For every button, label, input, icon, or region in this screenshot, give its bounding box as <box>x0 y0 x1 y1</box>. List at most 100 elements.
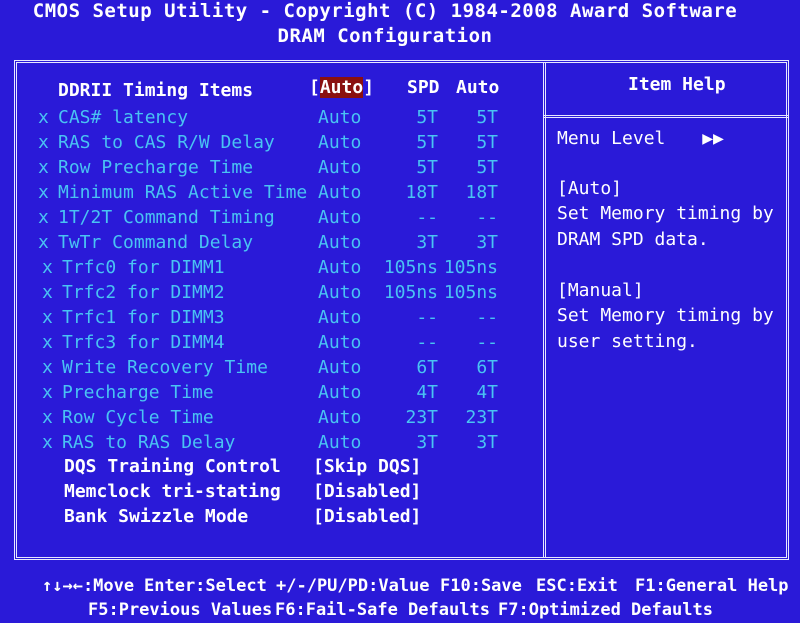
disabled-marker: x <box>42 432 53 453</box>
spd-column-header: SPD <box>407 77 440 98</box>
disabled-marker: x <box>38 182 49 203</box>
key-move-hint: ↑↓→←:Move <box>42 576 135 596</box>
auto-value: 4T <box>476 382 498 403</box>
timing-value: Auto <box>318 282 362 303</box>
ddrii-timing-items-label: DDRII Timing Items <box>58 80 254 101</box>
bank-swizzle-mode-label: Bank Swizzle Mode <box>64 506 249 527</box>
timing-label: Trfc0 for DIMM1 <box>62 257 225 278</box>
timing-value: Auto <box>318 182 362 203</box>
help-auto-line1: Set Memory timing by <box>557 203 774 224</box>
disabled-marker: x <box>42 357 53 378</box>
bracket-right: ] <box>363 77 375 98</box>
timing-value: Auto <box>318 232 362 253</box>
timing-value: Auto <box>318 382 362 403</box>
timing-value: Auto <box>318 407 362 428</box>
disabled-marker: x <box>42 332 53 353</box>
spd-value: 3T <box>416 432 438 453</box>
timing-value: Auto <box>318 357 362 378</box>
auto-value: 105ns <box>443 257 498 278</box>
timing-label: Trfc2 for DIMM2 <box>62 282 225 303</box>
timing-label: Row Cycle Time <box>62 407 214 428</box>
auto-value: 5T <box>476 107 498 128</box>
help-manual-line2: user setting. <box>557 331 698 352</box>
key-previous-values-hint: F5:Previous Values <box>88 600 273 620</box>
help-manual-line1: Set Memory timing by <box>557 305 774 326</box>
disabled-marker: x <box>38 232 49 253</box>
help-auto-line2: DRAM SPD data. <box>557 229 709 250</box>
help-manual-title: [Manual] <box>557 280 644 301</box>
timing-label: TwTr Command Delay <box>58 232 254 253</box>
bracket-left: [ <box>309 77 320 98</box>
dqs-training-control-label: DQS Training Control <box>64 456 281 477</box>
timing-label: Write Recovery Time <box>62 357 268 378</box>
help-title-divider <box>543 115 789 118</box>
auto-value: 23T <box>465 407 498 428</box>
auto-value: 3T <box>476 232 498 253</box>
memclock-tri-stating-value[interactable]: [Disabled] <box>313 481 421 502</box>
timing-label: Row Precharge Time <box>58 157 254 178</box>
disabled-marker: x <box>38 107 49 128</box>
disabled-marker: x <box>42 257 53 278</box>
auto-value: 18T <box>465 182 498 203</box>
timing-value: Auto <box>318 257 362 278</box>
timing-label: RAS to CAS R/W Delay <box>58 132 275 153</box>
timing-label: Trfc1 for DIMM3 <box>62 307 225 328</box>
timing-label: Minimum RAS Active Time <box>58 182 308 203</box>
disabled-marker: x <box>38 157 49 178</box>
spd-value: 4T <box>416 382 438 403</box>
timing-value: Auto <box>318 332 362 353</box>
help-auto-title: [Auto] <box>557 178 623 199</box>
key-fail-safe-defaults-hint: F6:Fail-Safe Defaults <box>275 600 490 620</box>
timing-value: Auto <box>318 132 362 153</box>
auto-column-header: Auto <box>456 77 500 98</box>
page-title: DRAM Configuration <box>277 25 493 47</box>
spd-value: 105ns <box>383 257 438 278</box>
disabled-marker: x <box>42 282 53 303</box>
spd-value: 6T <box>416 357 438 378</box>
key-value-hint: +/-/PU/PD:Value <box>276 576 430 596</box>
timing-label: CAS# latency <box>58 107 189 128</box>
selected-value[interactable]: Auto <box>319 77 364 98</box>
spd-value: 18T <box>405 182 438 203</box>
spd-value: 23T <box>405 407 438 428</box>
menu-level-label: Menu Level <box>557 128 666 149</box>
key-exit-hint: ESC:Exit <box>536 576 618 596</box>
disabled-marker: x <box>42 382 53 403</box>
timing-value: Auto <box>318 307 362 328</box>
key-general-help-hint: F1:General Help <box>635 576 789 596</box>
panel-divider <box>543 63 546 557</box>
auto-value: 5T <box>476 132 498 153</box>
menu-level-text: Menu Level ▶▶ <box>557 128 724 149</box>
item-help-title: Item Help <box>628 74 726 95</box>
timing-value: Auto <box>318 207 362 228</box>
auto-value: 6T <box>476 357 498 378</box>
spd-value: 5T <box>416 132 438 153</box>
spd-value: 105ns <box>383 282 438 303</box>
auto-value: -- <box>476 332 498 353</box>
disabled-marker: x <box>38 207 49 228</box>
bank-swizzle-mode-value[interactable]: [Disabled] <box>313 506 421 527</box>
spd-value: 5T <box>416 107 438 128</box>
spd-value: -- <box>416 307 438 328</box>
ddrii-timing-items-value[interactable]: [Auto] <box>309 77 374 98</box>
dqs-training-control-value[interactable]: [Skip DQS] <box>313 456 421 477</box>
auto-value: -- <box>476 307 498 328</box>
auto-value: 105ns <box>443 282 498 303</box>
memclock-tri-stating-label: Memclock tri-stating <box>64 481 281 502</box>
key-optimized-defaults-hint: F7:Optimized Defaults <box>498 600 713 620</box>
auto-value: 3T <box>476 432 498 453</box>
timing-label: Precharge Time <box>62 382 214 403</box>
timing-label: Trfc3 for DIMM4 <box>62 332 225 353</box>
auto-value: 5T <box>476 157 498 178</box>
disabled-marker: x <box>38 132 49 153</box>
auto-value: -- <box>476 207 498 228</box>
utility-title: CMOS Setup Utility - Copyright (C) 1984-… <box>32 0 738 22</box>
timing-label: RAS to RAS Delay <box>62 432 236 453</box>
spd-value: -- <box>416 332 438 353</box>
disabled-marker: x <box>42 407 53 428</box>
timing-value: Auto <box>318 157 362 178</box>
timing-label: 1T/2T Command Timing <box>58 207 275 228</box>
spd-value: 3T <box>416 232 438 253</box>
timing-value: Auto <box>318 107 362 128</box>
disabled-marker: x <box>42 307 53 328</box>
